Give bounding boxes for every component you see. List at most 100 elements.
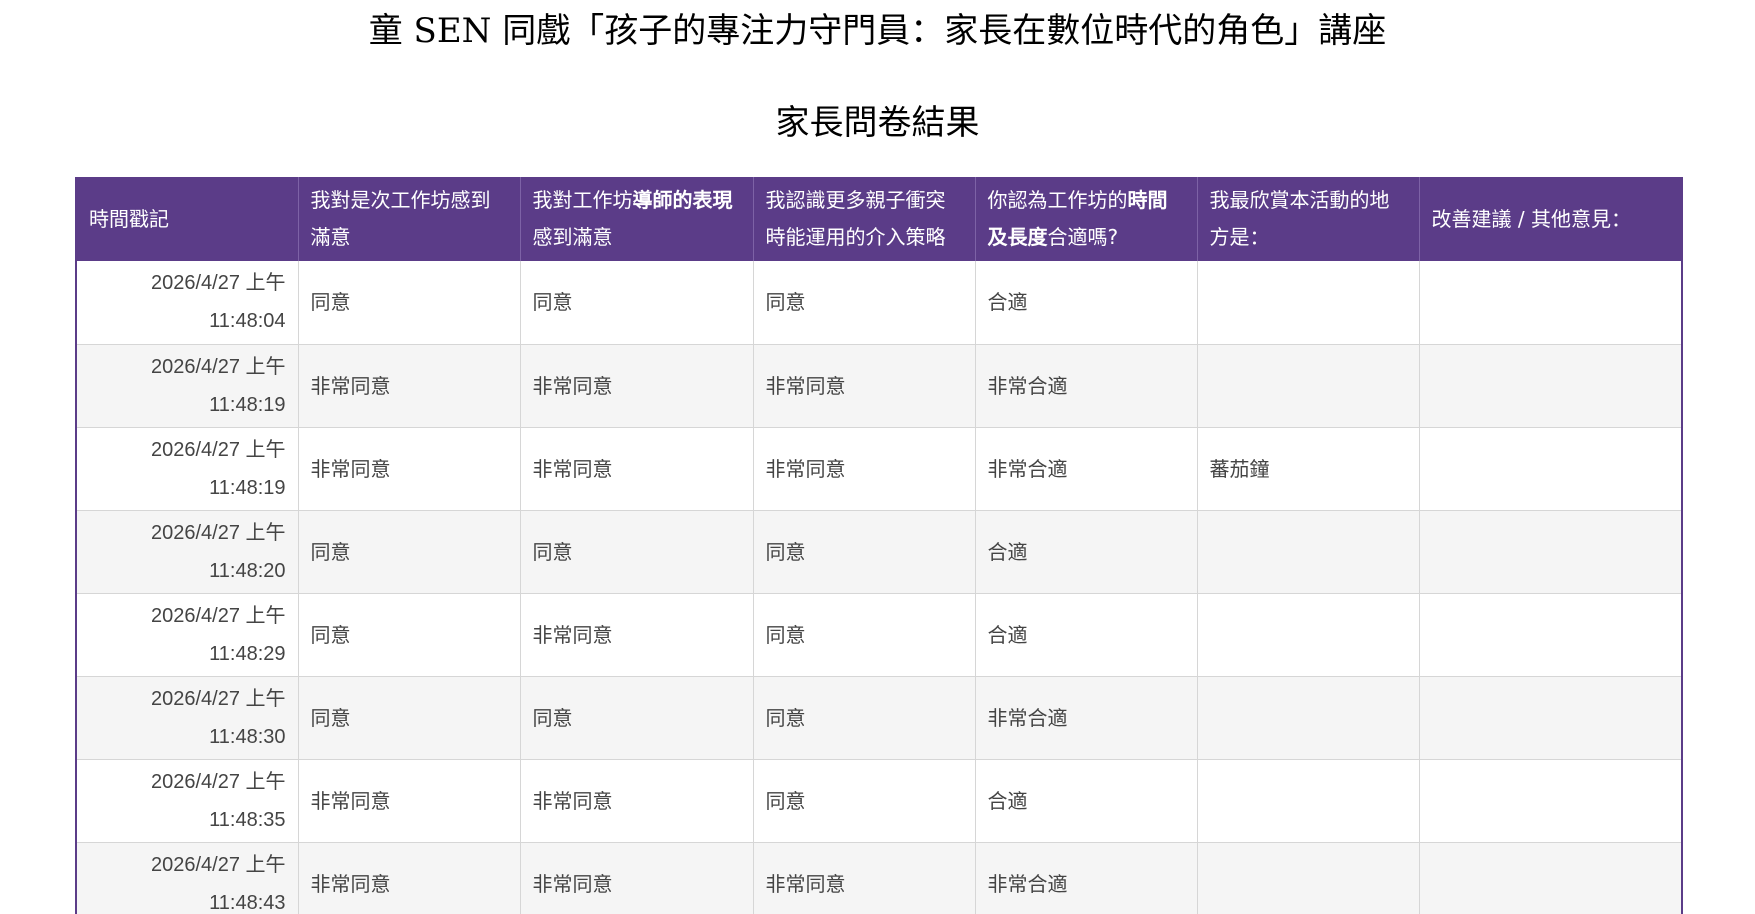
- page-subtitle: 家長問卷結果: [775, 103, 980, 143]
- timestamp-date: 2026/4/27 上午: [150, 770, 286, 793]
- cell-duration: 合適: [975, 759, 1198, 843]
- cell-suggestions: [1419, 510, 1681, 594]
- results-table-container[interactable]: 時間戳記 我對是次工作坊感到滿意 我對工作坊導師的表現感到滿意 我認識更多親子衝…: [75, 177, 1683, 914]
- timestamp-time: 11:48:19: [209, 393, 286, 416]
- cell-satisfaction: 同意: [298, 676, 521, 760]
- cell-favorite: [1197, 676, 1420, 760]
- cell-instructor: 同意: [520, 261, 754, 345]
- cell-instructor: 同意: [520, 676, 754, 760]
- cell-timestamp: 2026/4/27 上午 11:48:20: [77, 510, 299, 594]
- cell-favorite: [1197, 344, 1420, 428]
- table-row: 2026/4/27 上午 11:48:20 同意 同意 同意 合適: [77, 510, 1681, 594]
- cell-duration: 合適: [975, 593, 1198, 677]
- table-row: 2026/4/27 上午 11:48:29 同意 非常同意 同意 合適: [77, 593, 1681, 677]
- timestamp-time: 11:48:29: [209, 642, 286, 665]
- cell-favorite: [1197, 261, 1420, 345]
- column-header-duration: 你認為工作坊的時間及長度合適嗎?: [975, 177, 1198, 261]
- timestamp-date: 2026/4/27 上午: [150, 355, 286, 378]
- cell-suggestions: [1419, 261, 1681, 345]
- column-header-label: 我認識更多親子衝突時能運用的介入策略: [765, 188, 946, 249]
- cell-timestamp: 2026/4/27 上午 11:48:19: [77, 427, 299, 511]
- timestamp-time: 11:48:35: [209, 808, 286, 831]
- table-row: 2026/4/27 上午 11:48:04 同意 同意 同意 合適: [77, 261, 1681, 345]
- cell-timestamp: 2026/4/27 上午 11:48:04: [77, 261, 299, 345]
- cell-favorite: [1197, 759, 1420, 843]
- cell-satisfaction: 同意: [298, 593, 521, 677]
- timestamp-time: 11:48:43: [209, 891, 286, 914]
- column-header-label: 時間戳記: [89, 206, 169, 231]
- cell-favorite: 蕃茄鐘: [1197, 427, 1420, 511]
- cell-duration: 非常合適: [975, 427, 1198, 511]
- column-header-strategies: 我認識更多親子衝突時能運用的介入策略: [753, 177, 976, 261]
- table-row: 2026/4/27 上午 11:48:35 非常同意 非常同意 同意 合適: [77, 759, 1681, 843]
- timestamp-date: 2026/4/27 上午: [150, 687, 286, 710]
- cell-strategies: 非常同意: [753, 842, 976, 914]
- cell-satisfaction: 同意: [298, 261, 521, 345]
- column-header-label-post: 合適嗎?: [1047, 225, 1119, 249]
- cell-instructor: 同意: [520, 510, 754, 594]
- table-row: 2026/4/27 上午 11:48:19 非常同意 非常同意 非常同意 非常合適 蕃茄鐘: [77, 427, 1681, 511]
- cell-suggestions: [1419, 842, 1681, 914]
- cell-instructor: 非常同意: [520, 593, 754, 677]
- cell-satisfaction: 非常同意: [298, 344, 521, 428]
- table-row: 2026/4/27 上午 11:48:30 同意 同意 同意 非常合適: [77, 676, 1681, 760]
- timestamp-time: 11:48:20: [209, 559, 286, 582]
- cell-favorite: [1197, 842, 1420, 914]
- cell-strategies: 同意: [753, 261, 976, 345]
- column-header-label-post: 感到滿意: [532, 225, 613, 249]
- table-body: 2026/4/27 上午 11:48:04 同意 同意 同意 合適 2026/4/27 上午…: [77, 261, 1681, 914]
- cell-satisfaction: 非常同意: [298, 759, 521, 843]
- column-header-label-pre: 我對工作坊: [532, 188, 633, 212]
- cell-duration: 非常合適: [975, 676, 1198, 760]
- cell-favorite: [1197, 593, 1420, 677]
- results-table: 時間戳記 我對是次工作坊感到滿意 我對工作坊導師的表現感到滿意 我認識更多親子衝…: [77, 177, 1681, 914]
- cell-duration: 合適: [975, 510, 1198, 594]
- column-header-label: 改善建議 / 其他意見：: [1431, 206, 1631, 231]
- cell-suggestions: [1419, 676, 1681, 760]
- timestamp-time: 11:48:19: [209, 476, 286, 499]
- cell-timestamp: 2026/4/27 上午 11:48:30: [77, 676, 299, 760]
- timestamp-date: 2026/4/27 上午: [150, 521, 286, 544]
- cell-instructor: 非常同意: [520, 427, 754, 511]
- column-header-favorite: 我最欣賞本活動的地方是：: [1197, 177, 1420, 261]
- cell-satisfaction: 非常同意: [298, 427, 521, 511]
- page-title: 童 SEN 同戲「孩子的專注力守門員：家長在數位時代的角色」講座: [368, 11, 1387, 51]
- cell-strategies: 同意: [753, 759, 976, 843]
- table-header: 時間戳記 我對是次工作坊感到滿意 我對工作坊導師的表現感到滿意 我認識更多親子衝…: [77, 177, 1681, 261]
- column-header-label: 我對是次工作坊感到滿意: [310, 188, 491, 249]
- column-header-timestamp: 時間戳記: [77, 177, 299, 261]
- cell-strategies: 同意: [753, 676, 976, 760]
- column-header-satisfaction: 我對是次工作坊感到滿意: [298, 177, 521, 261]
- cell-timestamp: 2026/4/27 上午 11:48:43: [77, 842, 299, 914]
- cell-suggestions: [1419, 759, 1681, 843]
- header-row: 時間戳記 我對是次工作坊感到滿意 我對工作坊導師的表現感到滿意 我認識更多親子衝…: [77, 177, 1681, 261]
- cell-timestamp: 2026/4/27 上午 11:48:19: [77, 344, 299, 428]
- cell-favorite: [1197, 510, 1420, 594]
- cell-instructor: 非常同意: [520, 759, 754, 843]
- cell-instructor: 非常同意: [520, 842, 754, 914]
- table-row: 2026/4/27 上午 11:48:43 非常同意 非常同意 非常同意 非常合適: [77, 842, 1681, 914]
- cell-satisfaction: 非常同意: [298, 842, 521, 914]
- table-row: 2026/4/27 上午 11:48:19 非常同意 非常同意 非常同意 非常合適: [77, 344, 1681, 428]
- cell-strategies: 同意: [753, 593, 976, 677]
- cell-satisfaction: 同意: [298, 510, 521, 594]
- cell-duration: 非常合適: [975, 344, 1198, 428]
- cell-strategies: 非常同意: [753, 427, 976, 511]
- cell-strategies: 同意: [753, 510, 976, 594]
- column-header-label-pre: 你認為工作坊的: [987, 188, 1128, 212]
- cell-strategies: 非常同意: [753, 344, 976, 428]
- column-header-suggestions: 改善建議 / 其他意見：: [1419, 177, 1681, 261]
- cell-duration: 合適: [975, 261, 1198, 345]
- timestamp-date: 2026/4/27 上午: [150, 853, 286, 876]
- cell-timestamp: 2026/4/27 上午 11:48:35: [77, 759, 299, 843]
- timestamp-date: 2026/4/27 上午: [150, 604, 286, 627]
- column-header-label-bold: 導師的表現: [632, 188, 733, 212]
- cell-timestamp: 2026/4/27 上午 11:48:29: [77, 593, 299, 677]
- cell-suggestions: [1419, 427, 1681, 511]
- cell-suggestions: [1419, 344, 1681, 428]
- cell-instructor: 非常同意: [520, 344, 754, 428]
- timestamp-time: 11:48:04: [209, 310, 286, 333]
- timestamp-date: 2026/4/27 上午: [150, 272, 286, 295]
- column-header-label: 我最欣賞本活動的地方是：: [1209, 188, 1390, 249]
- column-header-instructor: 我對工作坊導師的表現感到滿意: [520, 177, 754, 261]
